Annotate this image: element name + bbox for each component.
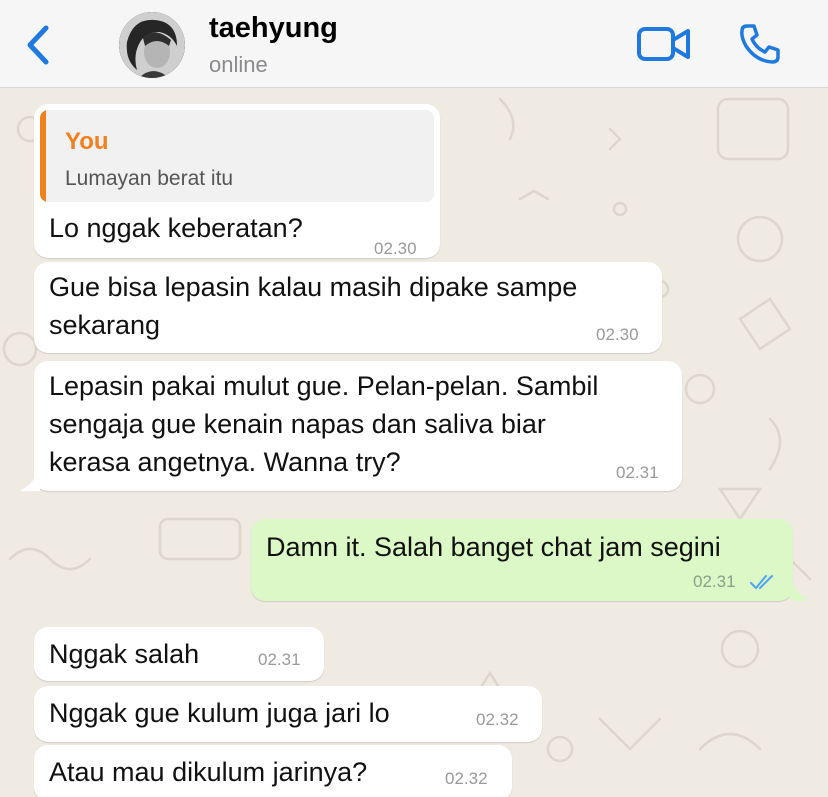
message-bubble-incoming[interactable]: Nggak gue kulum juga jari lo 02.32 (34, 686, 542, 742)
message-bubble-incoming[interactable]: Nggak salah 02.31 (34, 627, 324, 681)
message-text: Atau mau dikulum jarinya? (49, 757, 368, 787)
video-camera-icon (637, 27, 690, 61)
phone-icon (740, 24, 780, 64)
message-bubble-incoming[interactable]: You Lumayan berat itu Lo nggak keberatan… (34, 104, 440, 258)
message-text: Damn it. Salah banget chat jam segini (266, 532, 721, 562)
message-text: Lepasin pakai mulut gue. Pelan-pelan. Sa… (49, 371, 599, 477)
message-bubble-incoming[interactable]: Gue bisa lepasin kalau masih dipake samp… (34, 262, 662, 353)
message-time: 02.31 (693, 572, 736, 591)
message-text: Nggak salah (49, 639, 200, 669)
video-call-button[interactable] (636, 24, 692, 64)
bubble-tail-icon (790, 579, 810, 601)
back-button[interactable] (18, 22, 58, 68)
message-bubble-incoming[interactable]: Atau mau dikulum jarinya? 02.32 (34, 745, 512, 797)
message-bubble-incoming[interactable]: Lepasin pakai mulut gue. Pelan-pelan. Sa… (34, 361, 682, 491)
message-text: Gue bisa lepasin kalau masih dipake samp… (49, 272, 578, 340)
message-text: Nggak gue kulum juga jari lo (49, 698, 390, 728)
message-time: 02.32 (445, 769, 488, 788)
message-time: 02.31 (616, 463, 659, 482)
reply-quote-author: You (65, 128, 109, 155)
message-time: 02.30 (596, 325, 639, 344)
voice-call-button[interactable] (738, 22, 782, 66)
reply-quote-text: Lumayan berat itu (65, 167, 234, 190)
avatar-image (119, 12, 185, 78)
reply-quote-bar (40, 110, 46, 202)
message-time: 02.32 (476, 710, 519, 729)
reply-quote[interactable]: You Lumayan berat itu (40, 110, 434, 202)
message-time: 02.31 (258, 650, 301, 669)
double-check-read-icon (750, 575, 773, 589)
contact-status: online (209, 52, 268, 77)
message-text: Lo nggak keberatan? (49, 213, 303, 243)
contact-name[interactable]: taehyung (209, 12, 338, 45)
avatar[interactable] (119, 12, 185, 78)
bubble-tail-icon (20, 469, 40, 491)
chevron-left-icon (27, 25, 49, 65)
message-bubble-outgoing[interactable]: Damn it. Salah banget chat jam segini 02… (251, 519, 793, 601)
message-time: 02.30 (374, 239, 417, 258)
chat-area[interactable]: You Lumayan berat itu Lo nggak keberatan… (0, 89, 828, 797)
chat-header: taehyung online (0, 0, 828, 88)
